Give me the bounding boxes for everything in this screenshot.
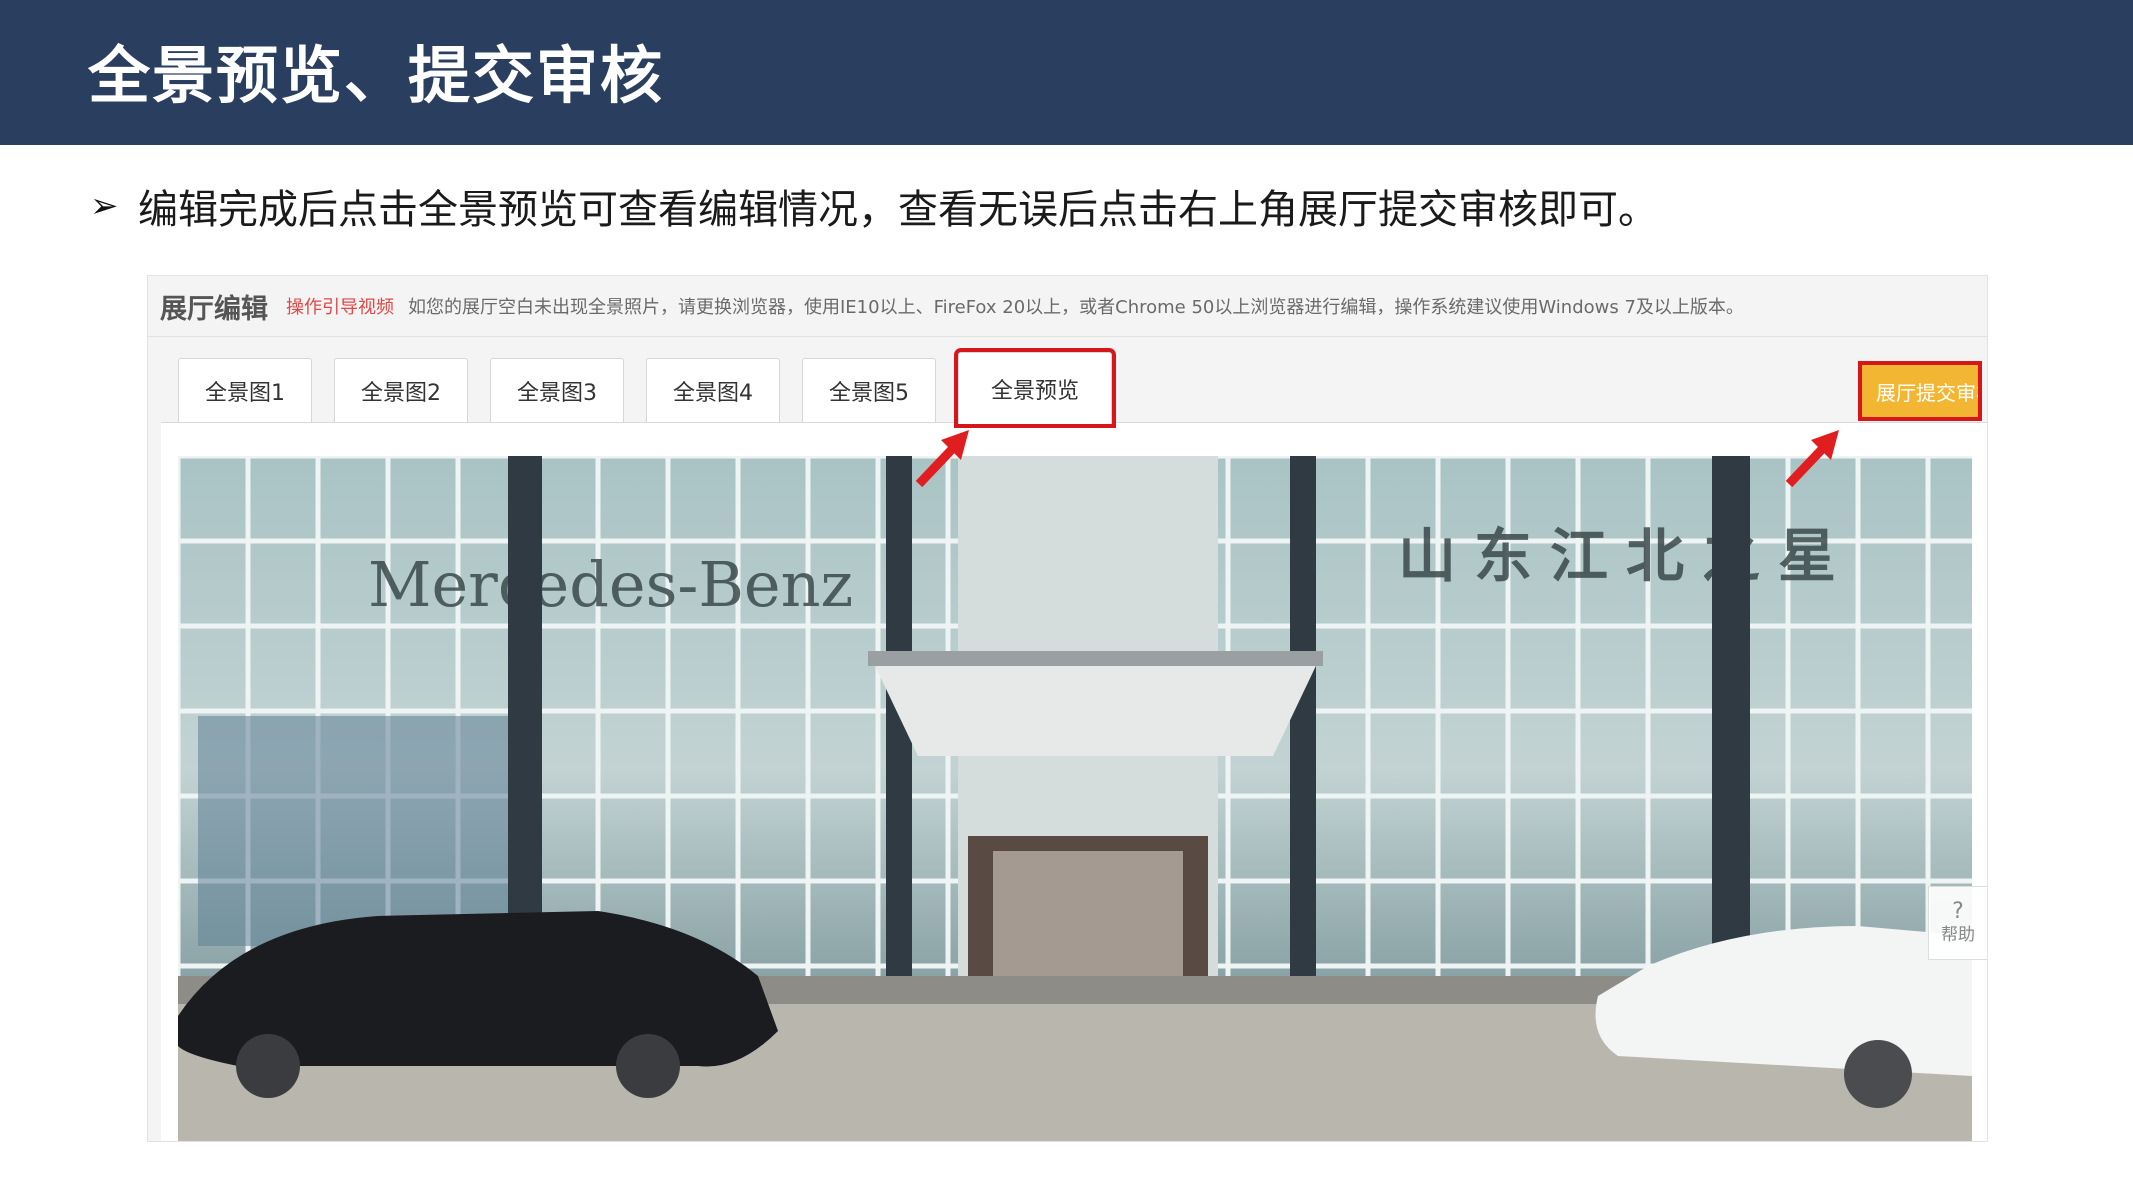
arrow-to-preview-icon <box>915 430 969 488</box>
sign-mercedes-benz: Mercedes-Benz <box>368 548 853 621</box>
instruction-line: ➢ 编辑完成后点击全景预览可查看编辑情况，查看无误后点击右上角展厅提交审核即可。 <box>90 178 1658 234</box>
tab-panorama-2[interactable]: 全景图2 <box>334 358 468 422</box>
tab-panorama-5[interactable]: 全景图5 <box>802 358 936 422</box>
tab-panorama-preview[interactable]: 全景预览 <box>954 348 1116 428</box>
tab-panorama-4[interactable]: 全景图4 <box>646 358 780 422</box>
editor-toolbar: 展厅编辑 操作引导视频 如您的展厅空白未出现全景照片，请更换浏览器，使用IE10… <box>148 276 1987 337</box>
showroom-panorama-photo: Mercedes-Benz 山东江北之星 <box>178 456 1972 1141</box>
submit-review-button[interactable]: 展厅提交审核 <box>1858 361 1982 421</box>
tab-panorama-3[interactable]: 全景图3 <box>490 358 624 422</box>
help-icon: ? <box>1952 899 1964 924</box>
editor-screenshot: 展厅编辑 操作引导视频 如您的展厅空白未出现全景照片，请更换浏览器，使用IE10… <box>147 275 1988 1142</box>
help-label: 帮助 <box>1941 925 1975 945</box>
arrow-to-submit-icon <box>1785 430 1839 488</box>
guide-video-link[interactable]: 操作引导视频 <box>286 293 394 319</box>
arrow-bullet-icon: ➢ <box>90 186 119 226</box>
instruction-text: 编辑完成后点击全景预览可查看编辑情况，查看无误后点击右上角展厅提交审核即可。 <box>138 187 1658 233</box>
slide-title: 全景预览、提交审核 <box>88 39 665 112</box>
panorama-tabs: 全景图1 全景图2 全景图3 全景图4 全景图5 全景预览 <box>178 348 1134 428</box>
editor-title: 展厅编辑 <box>160 293 268 325</box>
tab-panorama-1[interactable]: 全景图1 <box>178 358 312 422</box>
help-button[interactable]: ? 帮助 <box>1928 886 1987 960</box>
sign-dealer-name: 山东江北之星 <box>1398 522 1854 590</box>
browser-notice: 如您的展厅空白未出现全景照片，请更换浏览器，使用IE10以上、FireFox 2… <box>408 297 1744 318</box>
